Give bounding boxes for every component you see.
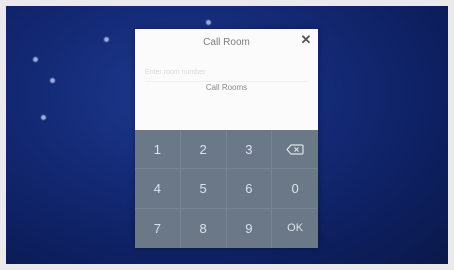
- call-rooms-label: Call Rooms: [205, 83, 248, 92]
- numeric-keypad: 1 2 3 4 5 6 0 7 8 9 OK: [135, 130, 318, 248]
- dialog-title: Call Room: [203, 37, 250, 48]
- key-1[interactable]: 1: [135, 130, 181, 170]
- key-3[interactable]: 3: [226, 130, 273, 170]
- backspace-button[interactable]: [272, 130, 318, 170]
- key-2[interactable]: 2: [180, 130, 227, 170]
- key-4[interactable]: 4: [135, 169, 181, 209]
- background-star: [104, 37, 109, 42]
- key-0[interactable]: 0: [272, 169, 318, 209]
- background-star: [50, 78, 55, 83]
- close-button[interactable]: ✕: [299, 33, 313, 47]
- key-5[interactable]: 5: [180, 169, 227, 209]
- call-room-dialog: Call Room ✕ Enter room number Call Rooms…: [135, 29, 318, 248]
- screen: Call Room ✕ Enter room number Call Rooms…: [0, 0, 454, 270]
- frame-edge: [0, 0, 454, 6]
- background-star: [206, 20, 211, 25]
- backspace-icon: [286, 144, 304, 155]
- background-star: [41, 115, 46, 120]
- frame-edge: [0, 0, 6, 270]
- frame-edge: [0, 264, 454, 270]
- background-star: [33, 57, 38, 62]
- frame-edge: [448, 0, 454, 270]
- key-6[interactable]: 6: [226, 169, 273, 209]
- input-placeholder: Enter room number: [145, 69, 206, 76]
- ok-button[interactable]: OK: [272, 209, 318, 248]
- room-number-input[interactable]: Enter room number: [145, 69, 308, 82]
- close-icon: ✕: [300, 32, 312, 47]
- key-7[interactable]: 7: [135, 208, 181, 248]
- key-8[interactable]: 8: [181, 208, 227, 248]
- dialog-header: Call Room ✕ Enter room number Call Rooms: [135, 29, 318, 130]
- key-9[interactable]: 9: [227, 208, 273, 248]
